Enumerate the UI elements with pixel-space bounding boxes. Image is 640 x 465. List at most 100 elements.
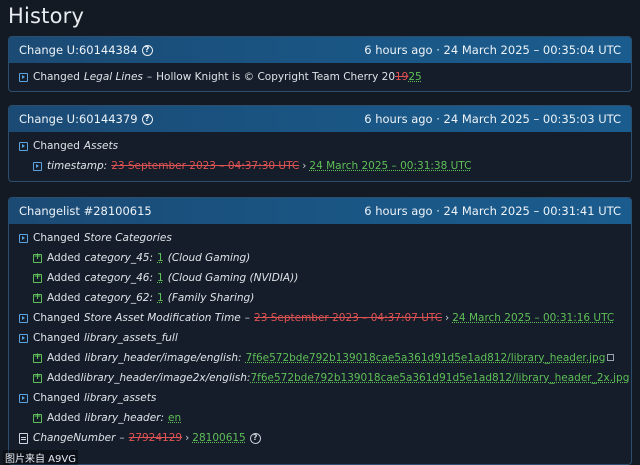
card-title-group: Change U:60144384 ? — [19, 43, 153, 57]
changed-icon — [33, 161, 42, 171]
card-title-group: Changelist #28100615 — [19, 204, 152, 218]
help-icon[interactable]: ? — [141, 44, 153, 56]
field-name: category_45: — [84, 252, 154, 264]
field-name: library_assets — [83, 392, 157, 404]
new-value[interactable]: 28100615 — [192, 432, 245, 444]
changed-icon — [19, 333, 28, 343]
new-value: 1 — [157, 252, 164, 264]
field-name: library_header/image/english: — [84, 352, 242, 364]
change-verb: Added — [47, 272, 81, 284]
old-value: 23 September 2023 – 04:37:07 UTC — [254, 312, 443, 324]
document-icon — [19, 432, 28, 444]
field-name: Store Categories — [83, 232, 172, 244]
field-name: category_62: — [84, 292, 154, 304]
added-row-category: Added category_46: 1 (Cloud Gaming (NVID… — [19, 268, 621, 288]
change-verb: Changed — [33, 140, 80, 152]
changed-icon — [19, 393, 28, 403]
card-title[interactable]: Change U:60144384 — [19, 43, 138, 57]
card-title-group: Change U:60144379 ? — [19, 112, 153, 126]
change-verb: Added — [47, 352, 81, 364]
arrow-icon: › — [445, 312, 450, 324]
card-header: Changelist #28100615 6 hours ago · 24 Ma… — [9, 198, 631, 224]
change-verb: Changed — [33, 232, 80, 244]
help-icon[interactable]: ? — [141, 113, 153, 125]
field-name: library_header/image2x/english: — [80, 372, 251, 384]
change-verb: Changed — [33, 392, 80, 404]
separator: – — [146, 71, 153, 83]
added-row-library-header: Added library_header: en — [19, 408, 621, 428]
card-body: Changed Store Categories Added category_… — [9, 224, 631, 454]
change-row-store-categories: Changed Store Categories — [19, 228, 621, 248]
change-verb: Added — [47, 252, 81, 264]
changed-icon — [19, 313, 28, 323]
change-row-change-number: ChangeNumber – 27924129 › 28100615 ? — [19, 428, 621, 448]
new-value: 1 — [157, 292, 164, 304]
page-title: History — [8, 4, 85, 28]
added-icon — [33, 353, 42, 363]
change-row-assets: Changed Assets — [19, 136, 621, 156]
help-icon[interactable]: ? — [249, 432, 261, 444]
old-value: 27924129 — [128, 432, 183, 444]
arrow-icon: › — [302, 160, 307, 172]
field-name: Legal Lines — [83, 71, 143, 83]
added-icon — [33, 413, 42, 423]
field-name: library_assets_full — [83, 332, 178, 344]
separator: – — [119, 432, 125, 444]
new-value: en — [168, 412, 182, 424]
added-row-asset: Added library_header/image/english: 7f6e… — [19, 348, 621, 368]
new-value: 1 — [157, 272, 164, 284]
change-row-modification-time: Changed Store Asset Modification Time – … — [19, 308, 621, 328]
old-value: 19 — [395, 71, 409, 83]
changed-icon — [19, 141, 28, 151]
change-verb: Changed — [33, 312, 80, 324]
field-name: library_header: — [84, 412, 165, 424]
change-row-assets-full: Changed library_assets_full — [19, 328, 621, 348]
added-row-category: Added category_62: 1 (Family Sharing) — [19, 288, 621, 308]
field-name: Assets — [83, 140, 119, 152]
arrow-icon: › — [185, 432, 190, 444]
change-verb: Changed — [33, 71, 80, 83]
change-verb: Added — [47, 412, 81, 424]
card-timestamp[interactable]: 6 hours ago · 24 March 2025 – 00:35:03 U… — [364, 112, 621, 126]
card-header: Change U:60144379 ? 6 hours ago · 24 Mar… — [9, 106, 631, 132]
card-timestamp[interactable]: 6 hours ago · 24 March 2025 – 00:35:04 U… — [364, 43, 621, 57]
change-row-assets: Changed library_assets — [19, 388, 621, 408]
change-verb: Added — [47, 292, 81, 304]
external-link-icon[interactable] — [631, 374, 632, 381]
old-value: 23 September 2023 – 04:37:30 UTC — [111, 160, 300, 172]
card-body: Changed Assets timestamp: 23 September 2… — [9, 132, 631, 181]
history-card-changelist: Changelist #28100615 6 hours ago · 24 Ma… — [8, 197, 632, 465]
changed-icon — [19, 233, 28, 243]
field-name: Store Asset Modification Time — [83, 312, 241, 324]
asset-link[interactable]: 7f6e572bde792b139018cae5a361d91d5e1ad812… — [246, 352, 606, 364]
value-note: (Family Sharing) — [167, 292, 255, 304]
new-value: 25 — [408, 71, 422, 83]
value-text: Hollow Knight is © Copyright Team Cherry… — [156, 71, 395, 83]
added-icon — [33, 273, 42, 283]
value-note: (Cloud Gaming) — [167, 252, 251, 264]
field-name: ChangeNumber — [33, 432, 116, 444]
card-title[interactable]: Change U:60144379 — [19, 112, 138, 126]
new-value: 24 March 2025 – 00:31:38 UTC — [309, 160, 472, 172]
external-link-icon[interactable] — [607, 353, 615, 361]
changed-icon — [19, 72, 28, 82]
card-body: Changed Legal Lines – Hollow Knight is ©… — [9, 63, 631, 91]
watermark: 图片来自 A9VG — [3, 450, 78, 465]
asset-link[interactable]: 7f6e572bde792b139018cae5a361d91d5e1ad812… — [250, 372, 629, 384]
history-card-change-1: Change U:60144384 ? 6 hours ago · 24 Mar… — [8, 36, 632, 92]
card-timestamp[interactable]: 6 hours ago · 24 March 2025 – 00:31:41 U… — [364, 204, 621, 218]
added-icon — [33, 373, 42, 383]
card-header: Change U:60144384 ? 6 hours ago · 24 Mar… — [9, 37, 631, 63]
added-row-asset: Added library_header/image2x/english: 7f… — [19, 368, 629, 388]
added-icon — [33, 293, 42, 303]
value-note: (Cloud Gaming (NVIDIA)) — [167, 272, 299, 284]
field-name: category_46: — [84, 272, 154, 284]
card-title[interactable]: Changelist #28100615 — [19, 204, 152, 218]
change-verb: Added — [47, 372, 81, 384]
new-value: 24 March 2025 – 00:31:16 UTC — [452, 312, 615, 324]
change-row-timestamp: timestamp: 23 September 2023 – 04:37:30 … — [19, 156, 621, 176]
separator: – — [244, 312, 251, 324]
added-icon — [33, 253, 42, 263]
change-verb: Changed — [33, 332, 80, 344]
history-card-change-2: Change U:60144379 ? 6 hours ago · 24 Mar… — [8, 105, 632, 182]
